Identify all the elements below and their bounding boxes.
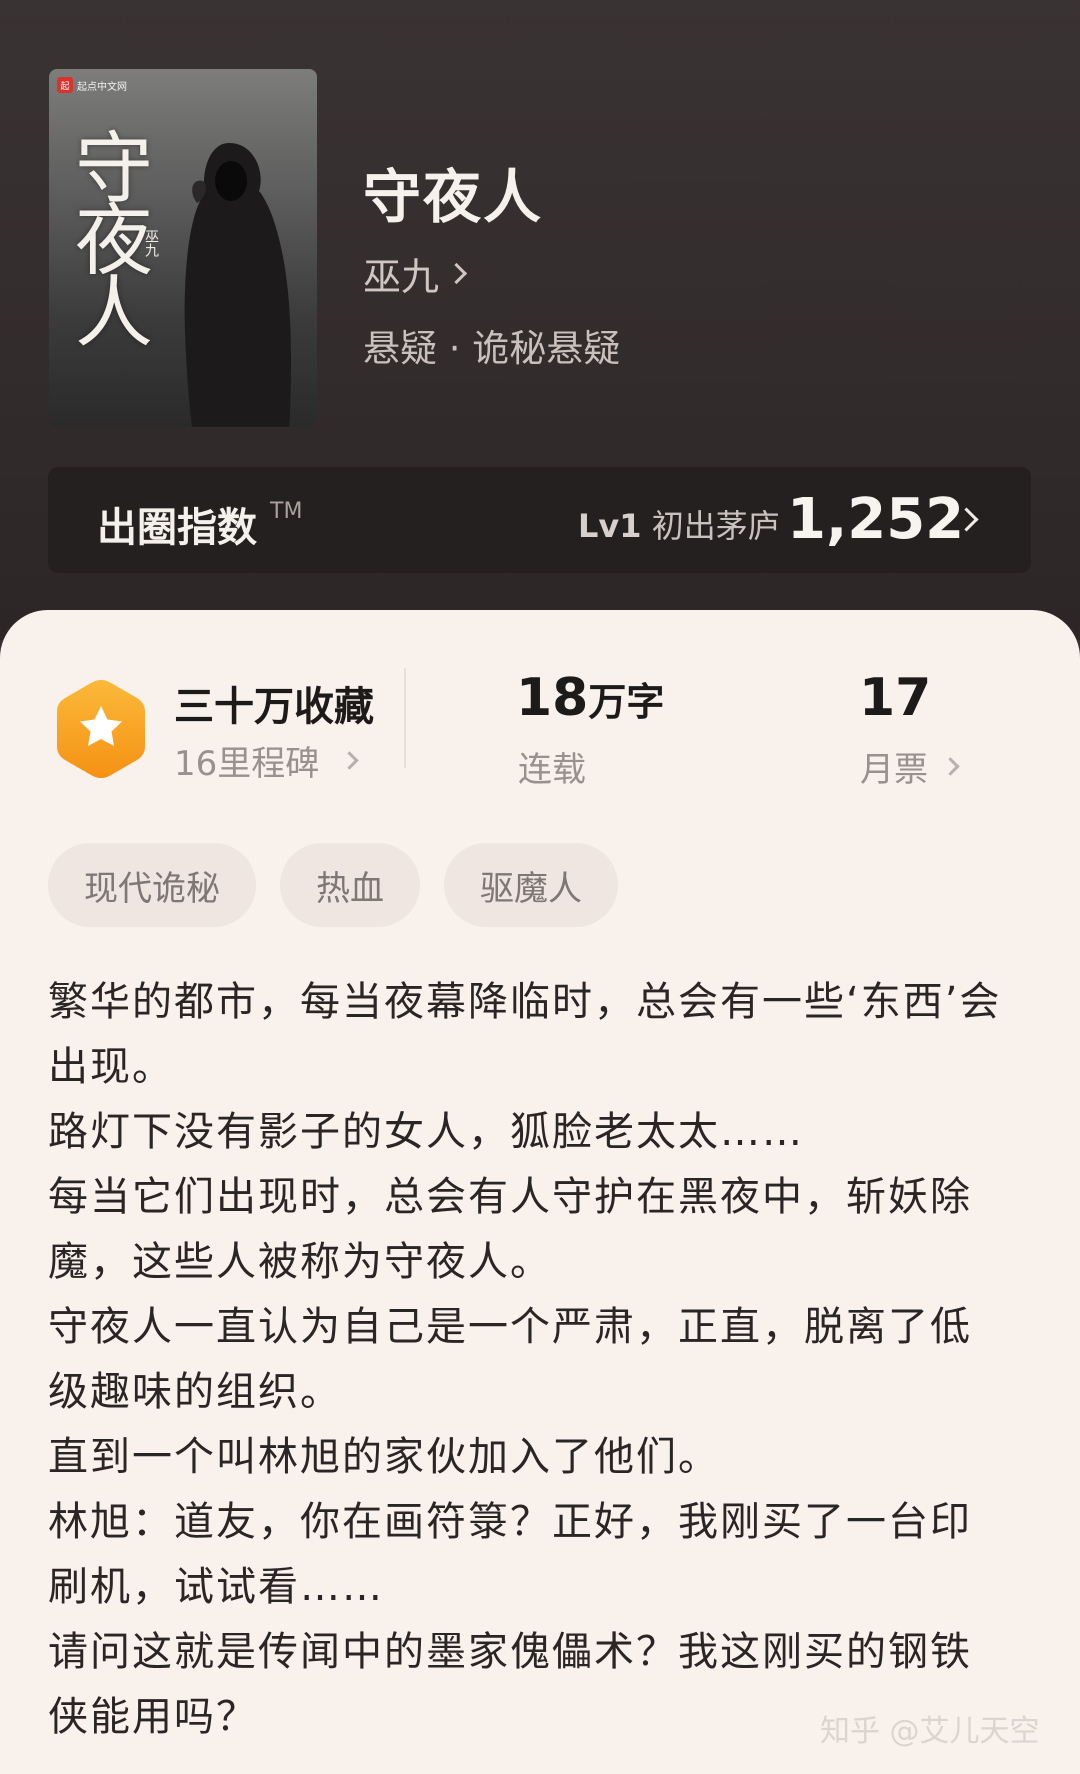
synopsis-paragraph: 守夜人一直认为自己是一个严肃，正直，脱离了低级趣味的组织。 — [48, 1304, 972, 1415]
popularity-index-bar[interactable]: 出圈指数 TM Lv1 初出茅庐 1,252 — [48, 467, 1031, 573]
word-count-unit: 万字 — [588, 680, 665, 724]
publisher-logo-icon: 起 — [57, 77, 73, 93]
publisher-badge: 起 起点中文网 — [57, 77, 127, 93]
milestone-label: 16里程碑 — [174, 744, 320, 784]
author-link[interactable]: 巫九 — [363, 246, 468, 301]
book-title: 守夜人 — [363, 163, 544, 231]
cover-author: 巫九 — [143, 229, 159, 257]
synopsis-paragraph: 路灯下没有影子的女人，狐脸老太太…… — [48, 1109, 804, 1155]
word-count-number: 18 — [516, 668, 589, 728]
word-count: 18万字 — [516, 668, 664, 728]
tag-chip[interactable]: 驱魔人 — [444, 843, 618, 927]
cover-title: 守夜人 — [62, 127, 152, 343]
index-label: 出圈指数 — [97, 505, 257, 551]
author-name: 巫九 — [363, 255, 440, 299]
tag-list: 现代诡秘 热血 驱魔人 — [48, 843, 618, 927]
chevron-right-icon — [445, 262, 468, 285]
hooded-figure-illustration — [184, 143, 291, 427]
book-cover[interactable]: 起 起点中文网 守夜人 巫九 — [49, 69, 317, 427]
publisher-name: 起点中文网 — [77, 81, 127, 93]
star-badge-icon[interactable] — [53, 676, 149, 782]
index-level-code: Lv1 — [578, 507, 642, 545]
serial-status: 连载 — [518, 750, 586, 790]
monthly-ticket-link[interactable]: 月票 — [860, 742, 960, 791]
index-level-name: 初出茅庐 — [651, 507, 780, 545]
monthly-ticket-label: 月票 — [860, 750, 928, 790]
tag-chip[interactable]: 热血 — [280, 843, 420, 927]
zhihu-watermark: 知乎 @艾儿天空 — [820, 1714, 1040, 1749]
stat-divider — [404, 668, 406, 768]
collection-count[interactable]: 三十万收藏 — [174, 674, 374, 732]
index-score: 1,252 — [787, 487, 965, 552]
synopsis-paragraph: 直到一个叫林旭的家伙加入了他们。 — [48, 1434, 720, 1480]
chevron-right-icon — [941, 757, 960, 776]
tag-chip[interactable]: 现代诡秘 — [48, 843, 256, 927]
chevron-right-icon — [340, 751, 359, 770]
synopsis-paragraph: 每当它们出现时，总会有人守护在黑夜中，斩妖除魔，这些人被称为守夜人。 — [48, 1174, 972, 1285]
trademark-mark: TM — [270, 499, 303, 524]
milestone-link[interactable]: 16里程碑 — [174, 736, 359, 785]
book-synopsis: 繁华的都市，每当夜幕降临时，总会有一些‘东西’会出现。 路灯下没有影子的女人，狐… — [48, 970, 1008, 1750]
book-genre: 悬疑 · 诡秘悬疑 — [363, 327, 621, 370]
synopsis-paragraph: 林旭：道友，你在画符箓？正好，我刚买了一台印刷机，试试看…… — [48, 1499, 972, 1610]
index-level: Lv1 初出茅庐 — [578, 501, 780, 547]
monthly-ticket-count: 17 — [859, 668, 932, 728]
synopsis-paragraph: 繁华的都市，每当夜幕降临时，总会有一些‘东西’会出现。 — [48, 979, 1002, 1090]
